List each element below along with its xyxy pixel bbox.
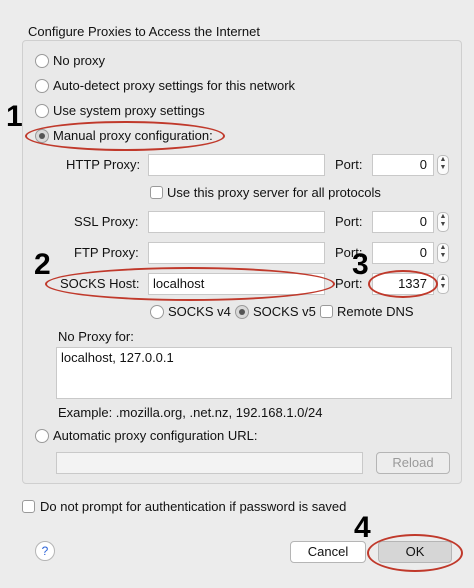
socks-v5-label: SOCKS v5 bbox=[253, 304, 316, 319]
no-proxy-for-textarea[interactable]: localhost, 127.0.0.1 bbox=[56, 347, 452, 399]
ssl-port-stepper[interactable]: ▲ ▼ bbox=[437, 212, 449, 232]
no-prompt-auth-label: Do not prompt for authentication if pass… bbox=[40, 499, 347, 514]
ssl-port-field[interactable]: 0 bbox=[372, 211, 434, 233]
all-protocols-label: Use this proxy server for all protocols bbox=[167, 185, 381, 200]
ssl-port-label: Port: bbox=[335, 214, 363, 229]
annotation-number-2: 2 bbox=[34, 248, 51, 281]
help-icon[interactable]: ? bbox=[35, 541, 55, 561]
ftp-port-stepper[interactable]: ▲ ▼ bbox=[437, 243, 449, 263]
ftp-port-field[interactable]: 0 bbox=[372, 242, 434, 264]
annotation-ellipse-manual bbox=[25, 121, 225, 151]
no-proxy-label: No proxy bbox=[53, 53, 106, 68]
auto-config-label: Automatic proxy configuration URL: bbox=[53, 428, 258, 443]
http-port-label: Port: bbox=[335, 157, 363, 172]
annotation-ellipse-socks-host bbox=[45, 267, 335, 301]
annotation-number-4: 4 bbox=[354, 511, 371, 544]
no-prompt-auth-checkbox[interactable] bbox=[22, 500, 35, 513]
http-proxy-label: HTTP Proxy: bbox=[66, 157, 141, 172]
ftp-proxy-field[interactable] bbox=[148, 242, 325, 264]
annotation-ellipse-ok bbox=[367, 534, 463, 572]
cancel-button[interactable]: Cancel bbox=[290, 541, 366, 563]
annotation-number-1: 1 bbox=[6, 100, 23, 133]
remote-dns-checkbox[interactable] bbox=[320, 305, 333, 318]
no-proxy-for-label: No Proxy for: bbox=[58, 329, 134, 344]
reload-button[interactable]: Reload bbox=[376, 452, 450, 474]
annotation-number-3: 3 bbox=[352, 248, 369, 281]
http-port-stepper[interactable]: ▲ ▼ bbox=[437, 155, 449, 175]
socks-v4-radio[interactable] bbox=[150, 305, 164, 319]
socks-port-stepper[interactable]: ▲ ▼ bbox=[437, 274, 449, 294]
no-proxy-example: Example: .mozilla.org, .net.nz, 192.168.… bbox=[58, 405, 323, 420]
auto-config-url-field[interactable] bbox=[56, 452, 363, 474]
system-proxy-label: Use system proxy settings bbox=[53, 103, 205, 118]
http-port-field[interactable]: 0 bbox=[372, 154, 434, 176]
annotation-ellipse-socks-port bbox=[368, 270, 438, 298]
dialog-title: Configure Proxies to Access the Internet bbox=[28, 24, 260, 39]
remote-dns-label: Remote DNS bbox=[337, 304, 414, 319]
all-protocols-checkbox[interactable] bbox=[150, 186, 163, 199]
socks-v5-radio[interactable] bbox=[235, 305, 249, 319]
ftp-proxy-label: FTP Proxy: bbox=[74, 245, 139, 260]
http-proxy-field[interactable] bbox=[148, 154, 325, 176]
auto-detect-radio[interactable] bbox=[35, 79, 49, 93]
ssl-proxy-label: SSL Proxy: bbox=[74, 214, 139, 229]
no-proxy-radio[interactable] bbox=[35, 54, 49, 68]
system-proxy-radio[interactable] bbox=[35, 104, 49, 118]
ssl-proxy-field[interactable] bbox=[148, 211, 325, 233]
auto-detect-label: Auto-detect proxy settings for this netw… bbox=[53, 78, 296, 93]
auto-config-radio[interactable] bbox=[35, 429, 49, 443]
socks-v4-label: SOCKS v4 bbox=[168, 304, 231, 319]
